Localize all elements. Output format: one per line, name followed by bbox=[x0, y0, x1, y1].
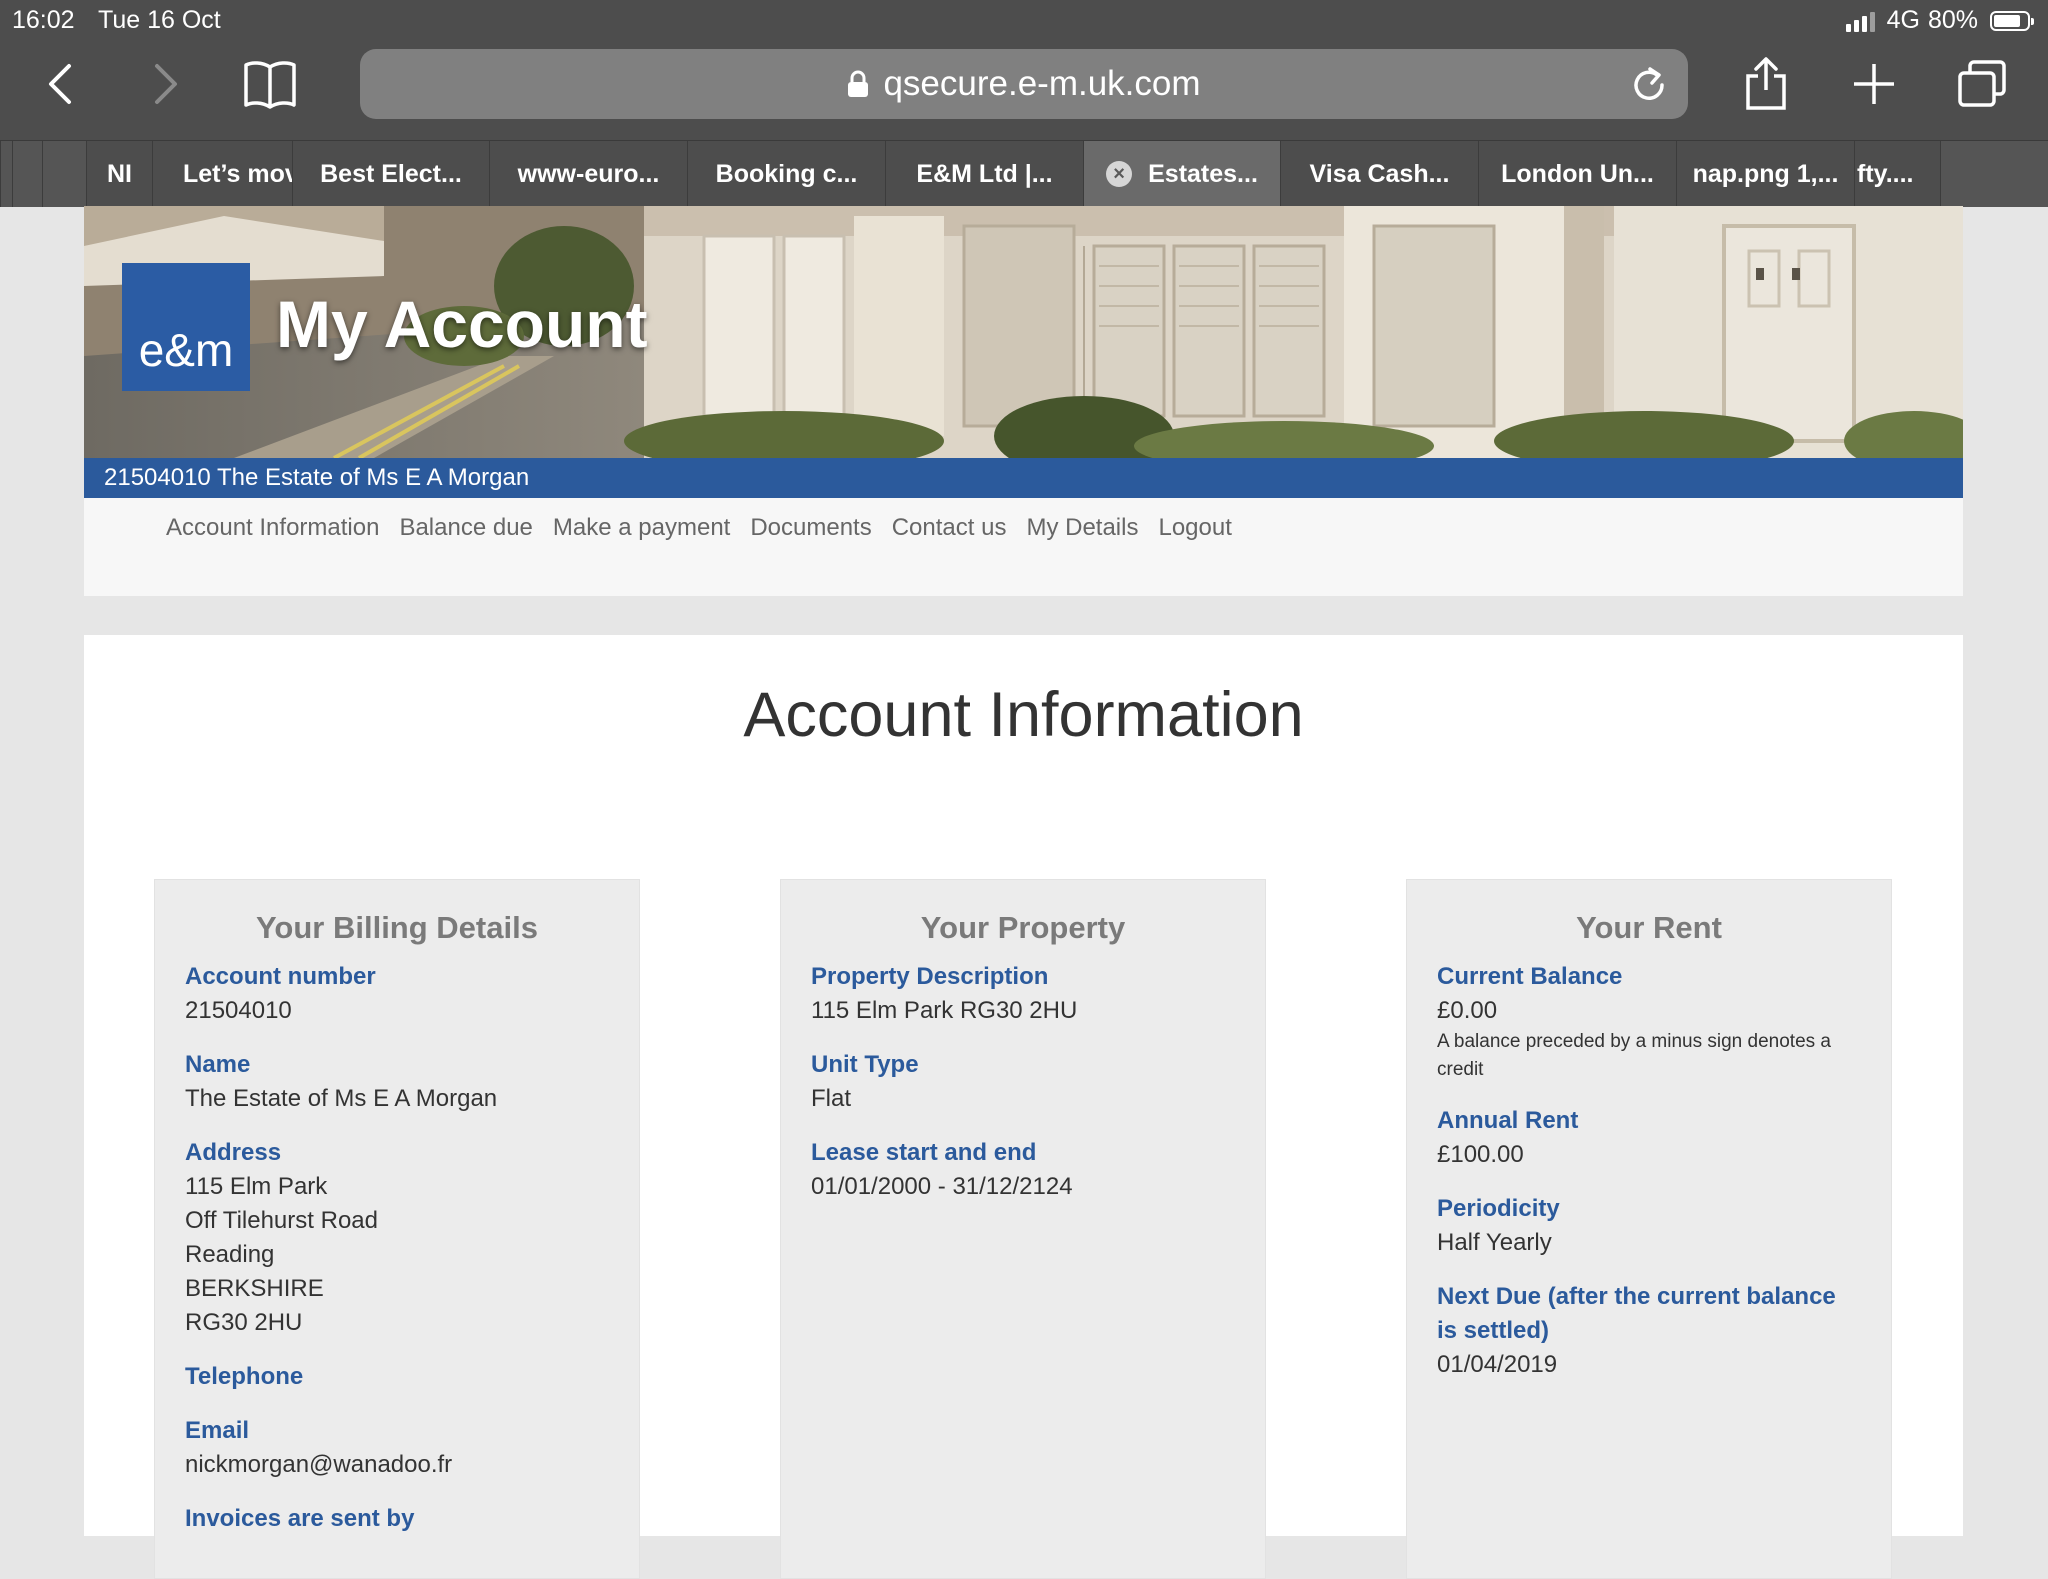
em-logo[interactable]: e&m bbox=[122, 263, 250, 391]
banner-title: My Account bbox=[276, 287, 648, 361]
field-label: Address bbox=[185, 1139, 282, 1166]
close-tab-icon[interactable]: × bbox=[1106, 161, 1133, 187]
tab-label: fty.... bbox=[1857, 159, 1914, 188]
back-icon[interactable] bbox=[28, 56, 92, 112]
status-time: 16:02 bbox=[12, 6, 75, 34]
tab-active[interactable]: × Estates... bbox=[1083, 141, 1280, 207]
tabs-icon[interactable] bbox=[1950, 56, 2014, 112]
address-line: Off Tilehurst Road bbox=[185, 1207, 378, 1234]
tab[interactable]: www-euro... bbox=[489, 141, 687, 207]
nav-make-a-payment[interactable]: Make a payment bbox=[553, 514, 730, 542]
periodicity: Half Yearly bbox=[1437, 1229, 1552, 1256]
lease-dates: 01/01/2000 - 31/12/2124 bbox=[811, 1173, 1073, 1200]
tab[interactable]: NI bbox=[86, 141, 152, 207]
unit-type: Flat bbox=[811, 1085, 852, 1112]
field-label: Lease start and end bbox=[811, 1139, 1037, 1166]
nav-my-details[interactable]: My Details bbox=[1026, 514, 1138, 542]
browser-toolbar: qsecure.e-m.uk.com bbox=[0, 40, 2048, 140]
tab-label: www-euro... bbox=[517, 159, 660, 188]
field-label: Name bbox=[185, 1051, 251, 1078]
field-label: Account number bbox=[185, 963, 376, 990]
card-heading: Your Property bbox=[920, 910, 1126, 945]
address-line: 115 Elm Park bbox=[185, 1173, 328, 1200]
annual-rent: £100.00 bbox=[1437, 1141, 1524, 1168]
address-line: RG30 2HU bbox=[185, 1309, 303, 1336]
tab-label: London Un... bbox=[1501, 159, 1654, 188]
network-type: 4G bbox=[1886, 6, 1920, 34]
balance-note: A balance preceded by a minus sign denot… bbox=[1437, 1031, 1831, 1080]
tab-label: nap.png 1,... bbox=[1692, 159, 1839, 188]
email-value: nickmorgan@wanadoo.fr bbox=[185, 1451, 453, 1478]
tab-label: Booking c... bbox=[715, 159, 858, 188]
tab[interactable]: nap.png 1,... bbox=[1676, 141, 1854, 207]
field-label: Invoices are sent by bbox=[185, 1505, 415, 1532]
tab[interactable]: Let’s mov bbox=[152, 141, 292, 207]
property-card: Your Property Property Description 115 E… bbox=[780, 879, 1266, 1579]
field-label: Unit Type bbox=[811, 1051, 919, 1078]
new-tab-icon[interactable] bbox=[1842, 56, 1906, 112]
url-text: qsecure.e-m.uk.com bbox=[883, 64, 1201, 103]
address-line: Reading bbox=[185, 1241, 275, 1268]
battery-percent: 80% bbox=[1927, 6, 1978, 34]
page-title: Account Information bbox=[743, 680, 1304, 750]
tab[interactable]: Booking c... bbox=[687, 141, 885, 207]
tab[interactable]: E&M Ltd |... bbox=[885, 141, 1083, 207]
tab-label: Visa Cash... bbox=[1309, 159, 1450, 188]
tab[interactable]: Visa Cash... bbox=[1280, 141, 1478, 207]
property-description: 115 Elm Park RG30 2HU bbox=[811, 997, 1078, 1024]
tab-label: E&M Ltd |... bbox=[916, 159, 1053, 188]
lock-icon bbox=[847, 70, 869, 98]
tab-stack[interactable] bbox=[42, 141, 86, 207]
tab-stack[interactable] bbox=[1940, 141, 2048, 207]
current-balance: £0.00 bbox=[1437, 997, 1498, 1024]
field-label: Email bbox=[185, 1417, 250, 1444]
tab-label: Let’s mov bbox=[183, 159, 292, 188]
bookmarks-icon[interactable] bbox=[238, 56, 302, 112]
tab[interactable]: London Un... bbox=[1478, 141, 1676, 207]
nav-account-information[interactable]: Account Information bbox=[166, 514, 379, 542]
status-right: 4G 80% bbox=[1845, 6, 2034, 35]
tab-stack[interactable] bbox=[0, 141, 12, 207]
card-heading: Your Billing Details bbox=[256, 910, 538, 945]
browser-chrome: 16:02 Tue 16 Oct 4G 80% qsecure.e-m.uk.c… bbox=[0, 0, 2048, 207]
field-label: Annual Rent bbox=[1437, 1107, 1579, 1134]
tab-label: Estates... bbox=[1148, 159, 1258, 188]
account-number: 21504010 bbox=[185, 997, 292, 1024]
field-label: Current Balance bbox=[1437, 963, 1623, 990]
header-banner: e&m My Account bbox=[84, 206, 1963, 458]
field-label: Property Description bbox=[811, 963, 1049, 990]
tab-label: NI bbox=[107, 159, 132, 188]
forward-icon[interactable] bbox=[134, 56, 198, 112]
rent-card: Your Rent Current Balance £0.00 A balanc… bbox=[1406, 879, 1892, 1579]
reload-icon[interactable] bbox=[1630, 63, 1670, 114]
field-label: Next Due (after the current balance is s… bbox=[1437, 1283, 1836, 1344]
tab-label: Best Elect... bbox=[320, 159, 462, 188]
tab-bar: NI Let’s mov Best Elect... www-euro... B… bbox=[0, 140, 2048, 207]
main-content: Account Information Your Billing Details… bbox=[84, 635, 1963, 1579]
card-heading: Your Rent bbox=[1576, 910, 1722, 945]
logo-text: e&m bbox=[138, 324, 234, 376]
nav-documents[interactable]: Documents bbox=[750, 514, 871, 542]
address-bar[interactable]: qsecure.e-m.uk.com bbox=[360, 49, 1688, 119]
billing-details-card: Your Billing Details Account number 2150… bbox=[154, 879, 640, 1579]
address-line: BERKSHIRE bbox=[185, 1275, 324, 1302]
nav-balance-due[interactable]: Balance due bbox=[399, 514, 532, 542]
field-label: Telephone bbox=[185, 1363, 304, 1390]
main-nav: Account Information Balance due Make a p… bbox=[84, 498, 1963, 596]
share-icon[interactable] bbox=[1734, 56, 1798, 112]
tab[interactable]: Best Elect... bbox=[292, 141, 489, 207]
field-label: Periodicity bbox=[1437, 1195, 1560, 1222]
next-due-date: 01/04/2019 bbox=[1437, 1351, 1558, 1378]
battery-icon bbox=[1990, 10, 2034, 31]
account-name: The Estate of Ms E A Morgan bbox=[185, 1085, 498, 1112]
account-strip: 21504010 The Estate of Ms E A Morgan bbox=[84, 458, 1963, 498]
signal-icon bbox=[1845, 10, 1875, 32]
status-bar: 16:02 Tue 16 Oct 4G 80% bbox=[0, 0, 2048, 40]
nav-logout[interactable]: Logout bbox=[1158, 514, 1231, 542]
nav-contact-us[interactable]: Contact us bbox=[892, 514, 1007, 542]
tab-stack[interactable] bbox=[12, 141, 42, 207]
tab[interactable]: fty.... bbox=[1854, 141, 1940, 207]
status-date: Tue 16 Oct bbox=[98, 6, 221, 34]
